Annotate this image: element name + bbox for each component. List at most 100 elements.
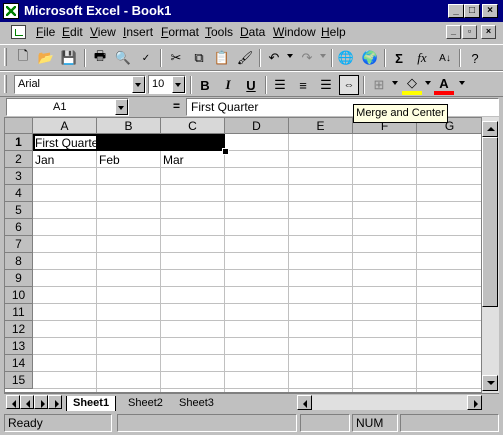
menu-edit[interactable]: Edit (62, 25, 83, 39)
row-header-7[interactable]: 7 (5, 236, 33, 253)
last-sheet-icon[interactable] (48, 395, 62, 409)
sheet-tab-3[interactable]: Sheet3 (173, 396, 220, 411)
row-header-6[interactable]: 6 (5, 219, 33, 236)
row-header-13[interactable]: 13 (5, 338, 33, 355)
doc-minimize-button[interactable]: _ (446, 25, 461, 39)
row-header-15[interactable]: 15 (5, 372, 33, 389)
menu-file[interactable]: File (36, 25, 55, 39)
redo-icon[interactable]: ↷ (297, 48, 317, 68)
minimize-button[interactable]: _ (448, 4, 464, 18)
vertical-scrollbar[interactable] (482, 117, 499, 393)
row-header-11[interactable]: 11 (5, 304, 33, 321)
horizontal-scroll-track[interactable] (312, 395, 467, 410)
next-sheet-icon[interactable] (34, 395, 48, 409)
row-header-12[interactable]: 12 (5, 321, 33, 338)
row-header-9[interactable]: 9 (5, 270, 33, 287)
scroll-right-icon[interactable] (467, 395, 482, 410)
first-sheet-icon[interactable] (6, 395, 20, 409)
previous-sheet-icon[interactable] (20, 395, 34, 409)
menu-help[interactable]: Help (321, 25, 346, 39)
column-header-d[interactable]: D (225, 118, 289, 134)
borders-icon[interactable]: ⊞ (369, 75, 389, 95)
row-header-1[interactable]: 1 (5, 134, 33, 151)
format-painter-icon[interactable]: 🖌 (235, 48, 255, 68)
undo-dropdown-icon[interactable] (287, 54, 293, 58)
menu-view[interactable]: View (90, 25, 116, 39)
worksheet-grid[interactable]: A B C D E F G 1 2 3 4 5 6 7 8 9 10 11 12… (4, 117, 482, 393)
excel-app-icon[interactable] (3, 3, 19, 19)
column-header-e[interactable]: E (289, 118, 353, 134)
merge-and-center-icon[interactable]: ⇔ (339, 75, 359, 95)
close-button[interactable]: × (482, 4, 498, 18)
cell-c2[interactable]: Mar (161, 152, 184, 168)
row-header-10[interactable]: 10 (5, 287, 33, 304)
fill-color-icon[interactable]: ◇ (402, 75, 422, 95)
bold-icon[interactable]: B (195, 75, 215, 95)
sheet-tab-1[interactable]: Sheet1 (66, 396, 117, 411)
align-right-icon[interactable]: ☰ (316, 75, 336, 95)
vertical-scroll-thumb[interactable] (482, 137, 498, 307)
copy-icon[interactable]: ⧉ (189, 48, 209, 68)
row-header-14[interactable]: 14 (5, 355, 33, 372)
italic-icon[interactable]: I (218, 75, 238, 95)
column-header-a[interactable]: A (33, 118, 97, 134)
spelling-icon[interactable]: ✓ (136, 48, 156, 68)
scroll-left-icon[interactable] (297, 395, 312, 410)
menu-data[interactable]: Data (240, 25, 265, 39)
save-icon[interactable]: 💾 (59, 48, 79, 68)
row-header-3[interactable]: 3 (5, 168, 33, 185)
cut-icon[interactable]: ✂ (166, 48, 186, 68)
fill-handle[interactable] (222, 148, 229, 155)
formula-input[interactable]: First Quarter (186, 98, 499, 116)
toolbar-grip[interactable] (4, 48, 7, 66)
sheet-tab-2[interactable]: Sheet2 (122, 396, 169, 411)
redo-dropdown-icon[interactable] (320, 54, 326, 58)
menu-format[interactable]: Format (161, 25, 199, 39)
undo-icon[interactable]: ↶ (264, 48, 284, 68)
cell-a1[interactable]: First Quarter (33, 135, 102, 151)
cell-a2[interactable]: Jan (33, 152, 54, 168)
function-icon[interactable]: fx (412, 48, 432, 68)
scroll-up-icon[interactable] (482, 121, 498, 137)
toolbar-grip[interactable] (4, 75, 7, 93)
font-size-combo[interactable]: 10 (148, 75, 186, 94)
row-header-2[interactable]: 2 (5, 151, 33, 168)
chevron-down-icon[interactable] (115, 99, 128, 115)
row-header-4[interactable]: 4 (5, 185, 33, 202)
borders-dropdown-icon[interactable] (392, 81, 398, 85)
paste-icon[interactable]: 📋 (212, 48, 232, 68)
column-header-c[interactable]: C (161, 118, 225, 134)
equals-sign[interactable]: = (173, 99, 180, 113)
row-header-5[interactable]: 5 (5, 202, 33, 219)
underline-icon[interactable]: U (241, 75, 261, 95)
select-all-corner[interactable] (5, 118, 33, 134)
help-icon[interactable]: ? (465, 48, 485, 68)
print-icon[interactable]: 🖶 (90, 48, 110, 68)
font-name-combo[interactable]: Arial (14, 75, 146, 94)
chevron-down-icon[interactable] (172, 76, 185, 93)
align-center-icon[interactable]: ≡ (293, 75, 313, 95)
menu-window[interactable]: Window (273, 25, 316, 39)
font-color-dropdown-icon[interactable] (459, 81, 465, 85)
workbook-icon[interactable] (11, 25, 26, 39)
cell-b2[interactable]: Feb (97, 152, 120, 168)
new-icon[interactable]: 🗋 (13, 48, 33, 68)
row-header-8[interactable]: 8 (5, 253, 33, 270)
column-header-b[interactable]: B (97, 118, 161, 134)
hyperlink-icon[interactable]: 🌍 (360, 48, 380, 68)
font-color-icon[interactable]: A (434, 75, 454, 95)
print-preview-icon[interactable]: 🔍 (113, 48, 133, 68)
menu-tools[interactable]: Tools (205, 25, 233, 39)
scroll-down-icon[interactable] (482, 375, 498, 391)
fill-color-dropdown-icon[interactable] (425, 81, 431, 85)
chevron-down-icon[interactable] (132, 76, 145, 93)
maximize-button[interactable]: □ (464, 4, 480, 18)
doc-restore-button[interactable]: ▫ (462, 25, 477, 39)
open-icon[interactable]: 📂 (36, 48, 56, 68)
autosum-icon[interactable]: Σ (389, 48, 409, 68)
web-icon[interactable]: 🌐 (336, 48, 356, 68)
sort-ascending-icon[interactable]: A↓ (435, 48, 455, 68)
align-left-icon[interactable]: ☰ (270, 75, 290, 95)
name-box[interactable]: A1 (6, 98, 129, 116)
menu-insert[interactable]: Insert (123, 25, 153, 39)
